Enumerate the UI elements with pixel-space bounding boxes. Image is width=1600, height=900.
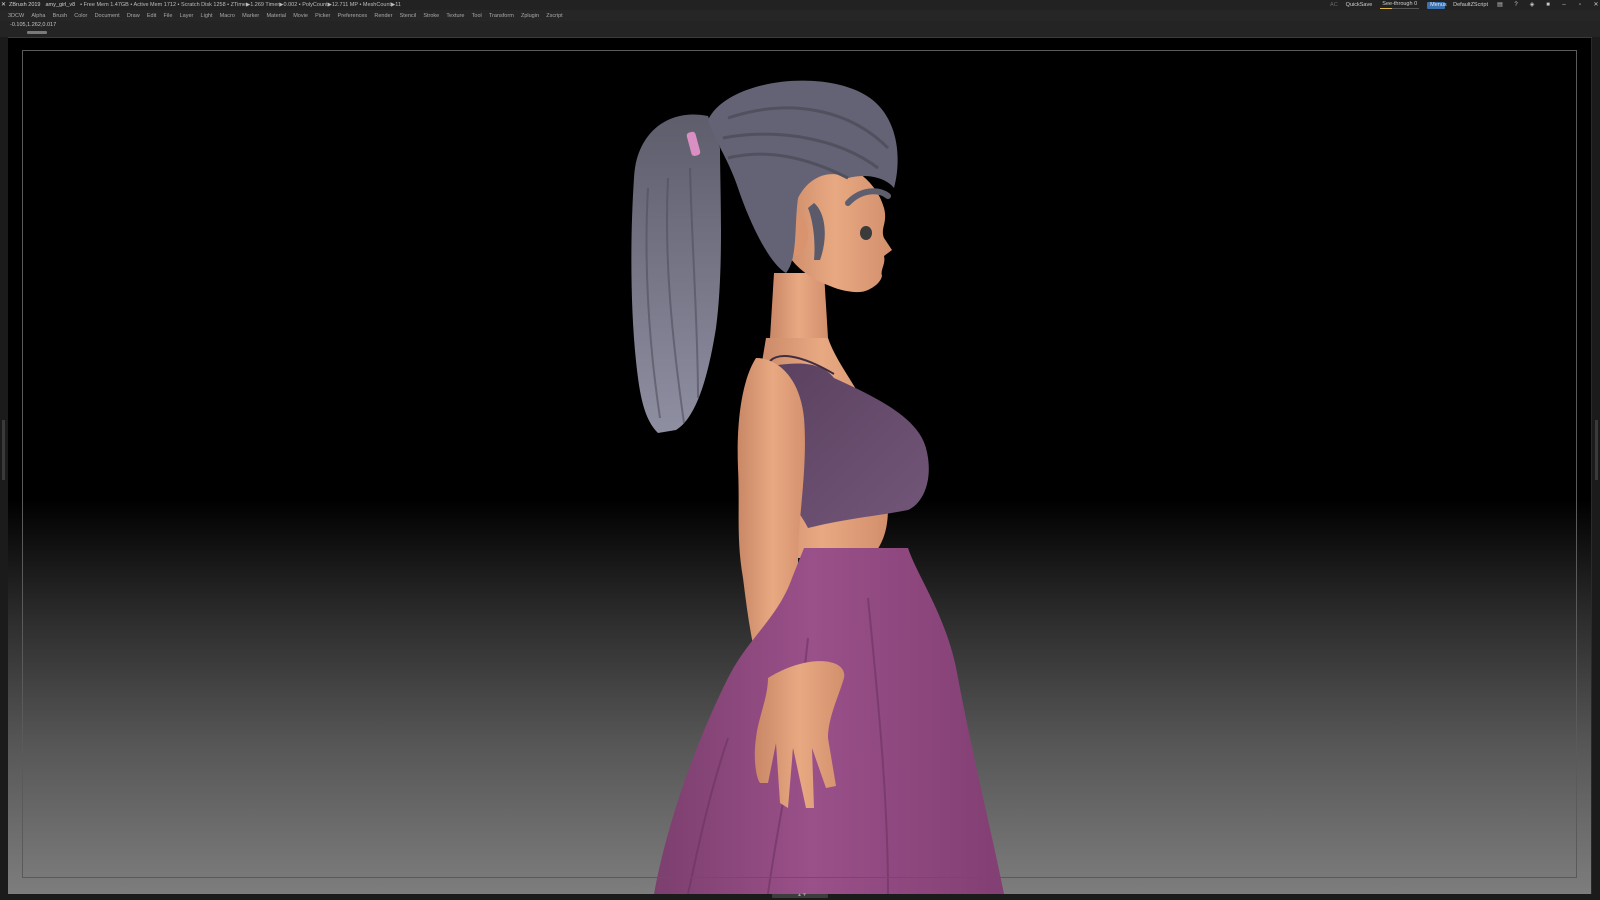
menu-preferences[interactable]: Preferences (338, 13, 368, 19)
menus-button[interactable]: Menus (1427, 1, 1447, 9)
menu-texture[interactable]: Texture (446, 13, 464, 19)
menu-bar: 3DCW Alpha Brush Color Document Draw Edit File L… (0, 10, 1600, 21)
menu-transform[interactable]: Transform (489, 13, 514, 19)
see-through-fill (1380, 8, 1392, 9)
menu-alpha[interactable]: Alpha (31, 13, 45, 19)
maximize-icon[interactable]: ▫ (1576, 0, 1584, 10)
ponytail (631, 114, 721, 434)
file-name: amy_girl_v8 (45, 2, 76, 8)
quicksave-button[interactable]: QuickSave (1346, 2, 1373, 8)
menu-layer[interactable]: Layer (180, 13, 194, 19)
layout-icon[interactable]: ▤ (1496, 0, 1504, 10)
shelf-scroll-handle[interactable] (27, 31, 47, 34)
menu-macro[interactable]: Macro (220, 13, 235, 19)
help-icon[interactable]: ? (1512, 0, 1520, 10)
menu-light[interactable]: Light (201, 13, 213, 19)
menu-tool[interactable]: Tool (472, 13, 482, 19)
lock-icon[interactable]: ■ (1544, 0, 1552, 10)
menu-document[interactable]: Document (95, 13, 120, 19)
right-tray-handle[interactable] (1595, 420, 1598, 480)
menu-marker[interactable]: Marker (242, 13, 259, 19)
menu-zplugin[interactable]: Zplugin (521, 13, 539, 19)
document-canvas[interactable] (8, 38, 1591, 894)
minimize-icon[interactable]: – (1560, 0, 1568, 10)
ac-button[interactable]: AC (1330, 2, 1338, 8)
menu-stencil[interactable]: Stencil (400, 13, 417, 19)
title-bar: ✕ ZBrush 2019 amy_girl_v8 • Free Mem 1.4… (0, 0, 1600, 10)
left-tray-handle[interactable] (2, 420, 5, 480)
menu-render[interactable]: Render (374, 13, 392, 19)
menu-edit[interactable]: Edit (147, 13, 156, 19)
menu-draw[interactable]: Draw (127, 13, 140, 19)
bottom-tray-handle[interactable]: ▲▼ (772, 892, 828, 898)
character-model (631, 80, 1004, 894)
menu-picker[interactable]: Picker (315, 13, 330, 19)
see-through-label: See-through 0 (1382, 1, 1418, 7)
menu-brush[interactable]: Brush (53, 13, 67, 19)
expand-arrow-icon: ▲▼ (797, 892, 807, 898)
see-through-slider[interactable]: See-through 0 (1380, 1, 1420, 9)
close-icon[interactable]: ✕ (1592, 0, 1600, 10)
default-zscript-button[interactable]: DefaultZScript (1453, 2, 1488, 8)
menu-movie[interactable]: Movie (293, 13, 308, 19)
menu-file[interactable]: File (164, 13, 173, 19)
menu-3dcw[interactable]: 3DCW (8, 13, 24, 19)
palette-icon[interactable]: ◈ (1528, 0, 1536, 10)
cursor-coordinates: -0.105,1.262,0.017 (10, 22, 57, 28)
title-bar-right: AC QuickSave See-through 0 Menus Default… (1322, 0, 1600, 10)
menu-color[interactable]: Color (74, 13, 87, 19)
app-title: ZBrush 2019 (9, 2, 41, 8)
menu-zscript[interactable]: Zscript (546, 13, 563, 19)
menu-material[interactable]: Material (266, 13, 286, 19)
memory-stats: • Free Mem 1.47GB • Active Mem 1712 • Sc… (80, 2, 401, 8)
zbrush-logo-icon: ✕ (1, 2, 7, 8)
neck (770, 273, 828, 346)
eye (860, 226, 872, 240)
menu-stroke[interactable]: Stroke (423, 13, 439, 19)
coordinate-bar: -0.105,1.262,0.017 (0, 21, 1600, 37)
